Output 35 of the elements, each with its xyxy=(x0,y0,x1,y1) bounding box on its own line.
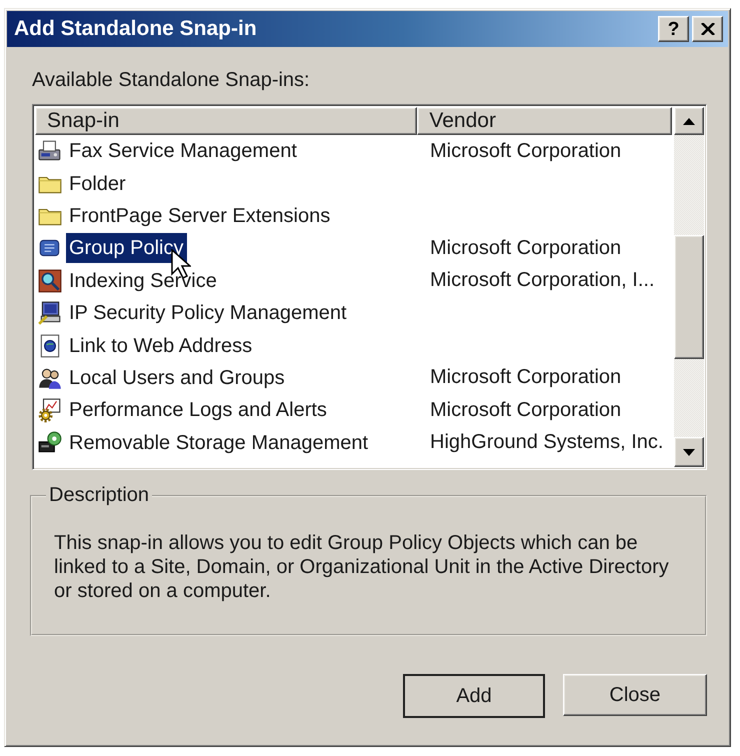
chart-gear-icon xyxy=(37,397,63,424)
scrollbar-thumb[interactable] xyxy=(674,235,704,359)
vendor-name: Microsoft Corporation xyxy=(429,140,622,163)
vendor-name: Microsoft Corporation, I... xyxy=(429,269,655,292)
snap-in-name[interactable]: FrontPage Server Extensions xyxy=(66,200,334,231)
vendor-name: Microsoft Corporation xyxy=(429,398,622,422)
vendor-name: Microsoft Corporation xyxy=(429,366,622,390)
close-icon xyxy=(700,23,714,35)
snap-in-name[interactable]: IP Security Policy Management xyxy=(66,298,350,328)
magnifier-icon xyxy=(37,268,63,294)
description-text: This snap-in allows you to edit Group Policy Objects which can be linked to a Site, Domain, or Organizational Unit in the Active Directory or stored on a computer. xyxy=(54,531,670,603)
vendor-name: HighGround Systems, Inc. xyxy=(429,431,664,454)
snap-in-name[interactable]: Local Users and Groups xyxy=(66,362,288,393)
list-label: Available Standalone Snap-ins: xyxy=(32,69,310,91)
column-header[interactable]: Snap-in xyxy=(35,107,418,135)
snap-in-name[interactable]: Group Policy xyxy=(66,233,186,264)
dialog-button[interactable]: Add xyxy=(403,674,545,718)
scroll-up-button[interactable] xyxy=(674,107,704,135)
up-arrow-icon xyxy=(683,118,695,124)
computer-icon xyxy=(37,300,63,326)
group-label: Description xyxy=(48,484,150,507)
window-title: Add Standalone Snap-in xyxy=(14,17,258,41)
down-arrow-icon xyxy=(683,448,695,456)
vendor-name: Microsoft Corporation xyxy=(429,236,622,260)
help-button[interactable]: ? xyxy=(658,16,689,42)
dialog-button[interactable]: Close xyxy=(563,674,707,716)
snap-in-name[interactable]: Removable Storage Management xyxy=(66,428,372,458)
snap-in-name[interactable]: Link to Web Address xyxy=(66,330,256,361)
column-header[interactable]: Vendor xyxy=(417,107,672,135)
snap-in-name[interactable]: Folder xyxy=(66,168,129,199)
close-button[interactable] xyxy=(692,16,723,42)
snap-in-name[interactable]: Fax Service Management xyxy=(66,136,300,166)
scroll-down-button[interactable] xyxy=(674,437,704,467)
snap-in-name[interactable]: Performance Logs and Alerts xyxy=(66,395,330,426)
snap-in-name[interactable]: Indexing Service xyxy=(66,266,220,296)
